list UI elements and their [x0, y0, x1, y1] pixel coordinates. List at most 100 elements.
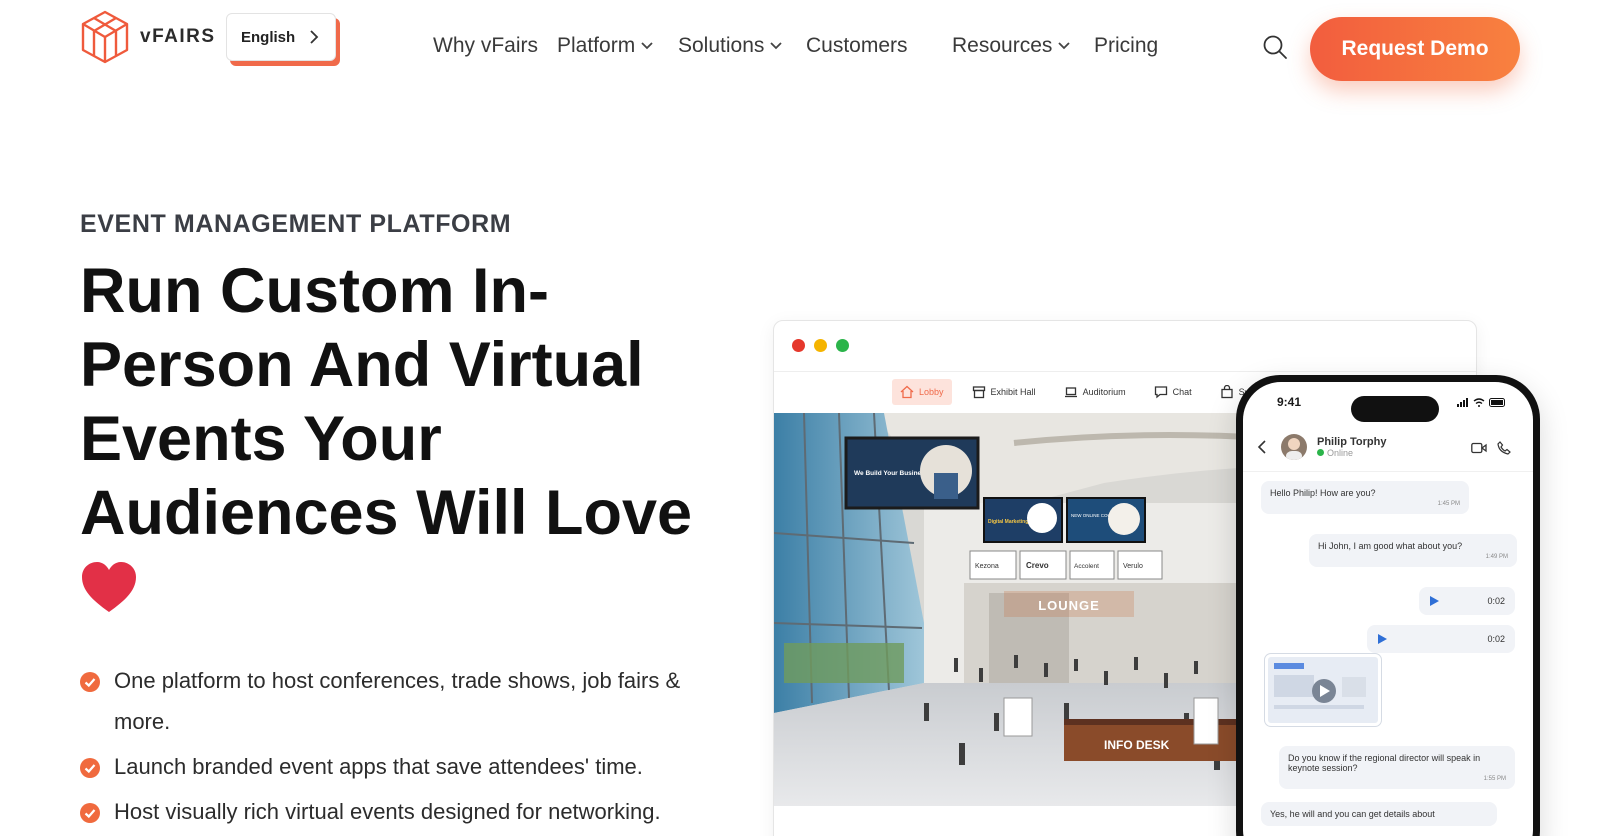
nav-solutions[interactable]: Solutions [678, 34, 783, 58]
digital-marketing-text: Digital Marketing [988, 519, 1028, 525]
back-arrow-icon[interactable] [1257, 439, 1267, 454]
phone-call-icon[interactable] [1497, 441, 1511, 455]
nav-label: Platform [557, 34, 636, 57]
laptop-icon [1064, 387, 1077, 398]
phone-screen: 9:41 Philip Torphy Online Hello Philip! … [1243, 382, 1533, 836]
play-icon[interactable] [1429, 596, 1439, 606]
audio-duration: 0:02 [1487, 596, 1505, 606]
chat-message-outgoing: Hi John, I am good what about you? 1:49 … [1309, 534, 1517, 567]
feature-text: One platform to host conferences, trade … [114, 668, 681, 734]
lounge-sign: LOUNGE [1038, 598, 1100, 613]
nav-label: Pricing [1094, 34, 1159, 57]
hero-headline: Run Custom In-Person And Virtual Events … [80, 256, 693, 548]
video-call-icon[interactable] [1471, 442, 1487, 454]
chat-message-incoming: Do you know if the regional director wil… [1279, 746, 1515, 789]
window-dot-maximize [836, 339, 849, 352]
feature-text: Launch branded event apps that save atte… [114, 754, 643, 779]
dashboard-preview-image [1274, 663, 1366, 709]
venue-tab-auditorium: Auditorium [1056, 379, 1134, 405]
nav-why-vfairs[interactable]: Why vFairs [433, 34, 538, 58]
venue-tab-exhibit-hall: Exhibit Hall [964, 379, 1044, 405]
message-time: 1:45 PM [1437, 501, 1460, 507]
nav-label: Solutions [678, 34, 765, 57]
window-dot-minimize [814, 339, 827, 352]
chat-header: Philip Torphy Online [1243, 422, 1533, 472]
bag-icon [1220, 385, 1233, 399]
shared-image-thumbnail[interactable] [1265, 654, 1381, 726]
chat-message-outgoing: Yes, he will and you can get details abo… [1261, 802, 1497, 826]
message-text: Hello Philip! How are you? [1270, 488, 1376, 498]
venue-tab-chat: Chat [1146, 379, 1200, 405]
venue-tab-label: Chat [1172, 387, 1192, 397]
search-icon[interactable] [1262, 34, 1288, 60]
venue-tab-lobby: Lobby [892, 379, 952, 405]
divider [774, 371, 1476, 372]
sponsor-crevo: Crevo [1026, 561, 1049, 570]
window-dot-close [792, 339, 805, 352]
chevron-down-icon [770, 42, 783, 50]
hero-feature-list: One platform to host conferences, trade … [80, 660, 740, 832]
sponsor-kezona: Kezona [975, 563, 999, 570]
nav-resources[interactable]: Resources [952, 34, 1071, 58]
phone-status-icons [1457, 398, 1507, 407]
info-desk-sign: INFO DESK [1104, 738, 1170, 752]
nav-label: Customers [806, 34, 908, 57]
home-icon [900, 385, 914, 399]
hero-eyebrow: EVENT MANAGEMENT PLATFORM [80, 210, 512, 238]
request-demo-button[interactable]: Request Demo [1310, 17, 1520, 81]
online-dot-icon [1317, 449, 1324, 456]
venue-nav: Lobby Exhibit Hall Auditorium Chat Swag [892, 379, 1269, 405]
billboard-text: We Build Your Business [854, 470, 929, 477]
nav-pricing[interactable]: Pricing [1094, 34, 1158, 58]
nav-customers[interactable]: Customers [806, 34, 908, 58]
sponsor-verulo: Verulo [1123, 563, 1143, 570]
contact-name: Philip Torphy [1317, 435, 1387, 448]
chevron-down-icon [1058, 42, 1071, 50]
feature-text: Host visually rich virtual events design… [114, 799, 661, 824]
audio-message[interactable]: 0:02 [1419, 587, 1515, 615]
event-app-phone: 9:41 Philip Torphy Online Hello Philip! … [1236, 375, 1540, 836]
list-item: Launch branded event apps that save atte… [80, 746, 740, 787]
audio-message[interactable]: 0:02 [1367, 625, 1515, 653]
signal-icon [1457, 398, 1468, 407]
contact-status-text: Online [1327, 447, 1354, 458]
message-text: Yes, he will and you can get details abo… [1270, 809, 1435, 819]
play-icon[interactable] [1377, 634, 1387, 644]
check-circle-icon [80, 758, 100, 778]
venue-tab-label: Exhibit Hall [990, 387, 1036, 397]
heart-icon [82, 562, 136, 612]
battery-icon [1489, 398, 1505, 407]
chat-message-incoming: Hello Philip! How are you? 1:45 PM [1261, 481, 1469, 514]
audio-duration: 0:02 [1487, 634, 1505, 644]
brand-name: vFAIRS [140, 26, 216, 47]
message-text: Do you know if the regional director wil… [1288, 753, 1481, 773]
message-text: Hi John, I am good what about you? [1318, 541, 1463, 551]
window-controls [792, 339, 849, 352]
wifi-icon [1473, 398, 1485, 407]
list-item: One platform to host conferences, trade … [80, 660, 740, 742]
contact-status: Online [1317, 448, 1386, 458]
chevron-down-icon [641, 42, 653, 50]
contact-avatar [1281, 433, 1307, 460]
sponsor-accolent: Accolent [1074, 563, 1099, 570]
language-selector[interactable]: English [226, 13, 336, 61]
check-circle-icon [80, 672, 100, 692]
list-item: Host visually rich virtual events design… [80, 791, 740, 832]
nav-platform[interactable]: Platform [557, 34, 653, 58]
cube-logo-icon [81, 10, 129, 64]
avatar-person-icon [1286, 437, 1302, 460]
brand-logo[interactable]: vFAIRS [80, 10, 216, 64]
message-time: 1:55 PM [1483, 776, 1506, 782]
language-label: English [241, 28, 296, 46]
dynamic-island [1351, 396, 1439, 422]
message-time: 1:49 PM [1485, 554, 1508, 560]
phone-time: 9:41 [1277, 395, 1302, 409]
venue-tab-label: Auditorium [1082, 387, 1126, 397]
chat-icon [1154, 386, 1167, 399]
check-circle-icon [80, 803, 100, 823]
nav-label: Resources [952, 34, 1053, 57]
store-icon [972, 386, 985, 399]
nav-label: Why vFairs [433, 34, 538, 57]
chevron-right-icon [310, 30, 319, 44]
venue-tab-label: Lobby [919, 387, 944, 397]
